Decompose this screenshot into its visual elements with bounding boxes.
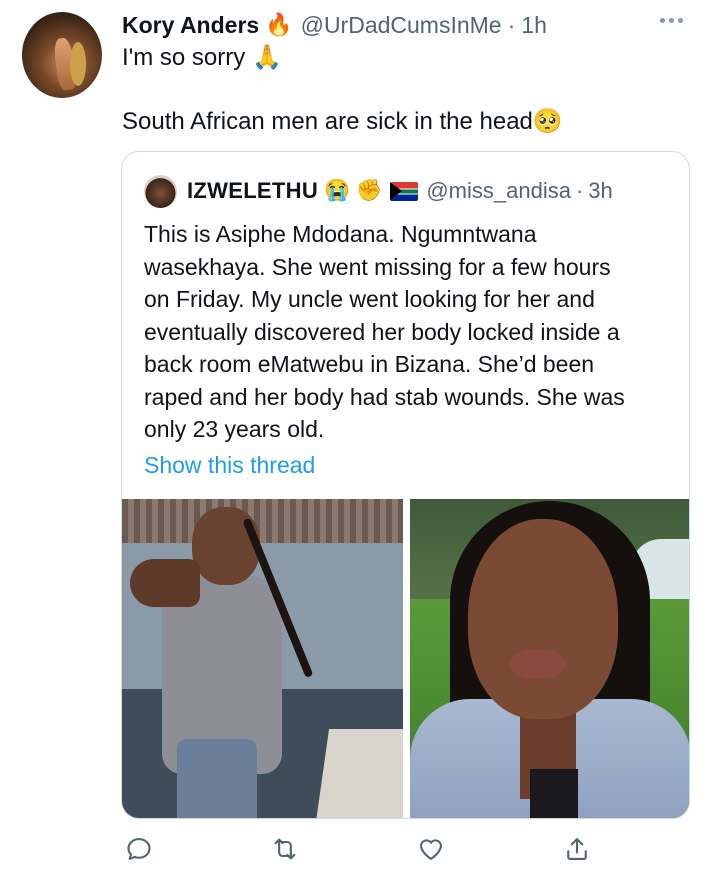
more-dot [669,18,674,23]
fire-emoji: 🔥 [265,12,293,37]
quoted-tweet-header: IZWELETHU 😭 ✊ @miss_andisa · 3h [144,174,613,208]
quoted-tweet-text: This is Asiphe Mdodana. Ngumntwana wasek… [144,218,674,446]
tweet-header: Kory Anders 🔥 @UrDadCumsInMe · 1h [122,8,547,42]
quoted-text-line: only 23 years old. [144,416,325,442]
photo-person-face [468,519,618,719]
tweet-text-line: I'm so sorry 🙏 [122,42,282,74]
attached-photo-1[interactable] [122,499,403,818]
share-icon [567,838,587,860]
reply-icon [127,838,151,860]
photo-person-hand [130,559,200,607]
share-button[interactable] [560,832,594,866]
reply-button[interactable] [122,832,156,866]
quoted-text-line: wasekhaya. She went missing for a few ho… [144,253,611,280]
pleading-emoji: 🥺 [532,108,563,135]
quoted-text-line: eventually discovered her body locked in… [144,318,620,345]
show-thread-link[interactable]: Show this thread [144,452,315,479]
south-africa-flag-icon [390,181,419,201]
more-dot [678,18,683,23]
more-dot [660,18,665,23]
author-handle[interactable]: @UrDadCumsInMe [301,12,502,39]
more-options-icon[interactable] [660,18,683,23]
tweet-text-line: South African men are sick in the head🥺 [122,106,563,138]
retweet-button[interactable] [268,832,302,866]
like-button[interactable] [414,832,448,866]
quoted-header-separator: · [575,178,584,203]
like-icon [420,839,442,860]
quoted-text-line: raped and her body had stab wounds. She … [144,383,625,410]
tweet-timestamp[interactable]: 1h [521,12,547,39]
quoted-author-name: IZWELETHU [187,178,319,203]
pray-emoji: 🙏 [251,44,282,71]
author-name[interactable]: Kory Anders [122,12,259,39]
photo-person-shirt [530,769,578,818]
quoted-text-line: on Friday. My uncle went looking for her… [144,286,595,312]
crying-emoji: 😭 [324,179,351,202]
tweet-text: South African men are sick in the head [122,108,533,135]
avatar-hair [70,42,86,86]
photo-ledge [314,729,403,818]
photo-person-legs [177,739,257,818]
photo-roof [122,499,403,549]
header-separator: · [507,11,516,38]
quoted-timestamp: 3h [588,178,613,203]
quoted-text-line: This is Asiphe Mdodana. Ngumntwana [144,221,537,247]
quoted-author-handle: @miss_andisa [426,178,571,203]
fist-emoji: ✊ [356,179,383,202]
tweet-action-bar [0,832,720,872]
attached-photo-2[interactable] [410,499,689,818]
author-avatar[interactable] [22,12,102,98]
quoted-text-line: back room eMatwebu in Bizana. She’d been [144,351,595,377]
quoted-tweet[interactable]: IZWELETHU 😭 ✊ @miss_andisa · 3h This is … [121,151,690,819]
photo-person-lips [510,649,566,679]
quoted-author-avatar [144,174,177,208]
retweet-icon [274,838,296,860]
tweet-text: I'm so sorry [122,44,246,71]
